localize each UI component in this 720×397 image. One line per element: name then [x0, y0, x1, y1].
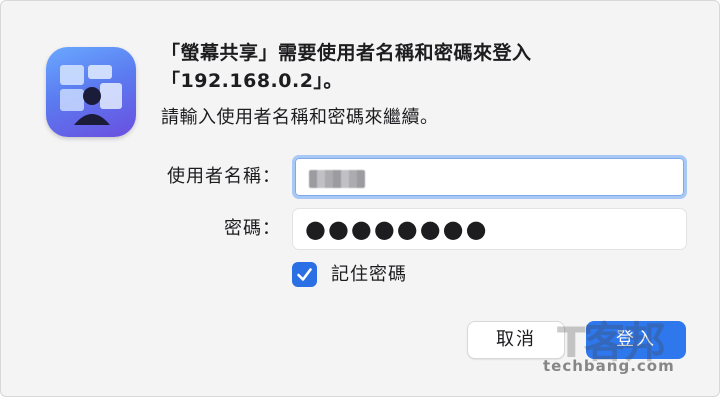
blurred-username — [309, 170, 365, 188]
screen-sharing-app-icon — [46, 47, 136, 137]
password-field[interactable]: ●●●●●●●● — [292, 208, 687, 250]
username-field[interactable] — [292, 155, 687, 199]
dialog-title: 「螢幕共享」需要使用者名稱和密碼來登入 「192.168.0.2」。 — [161, 39, 681, 95]
password-label: 密碼： — [224, 218, 281, 239]
remember-password-label[interactable]: 記住密碼 — [331, 263, 407, 287]
dialog-subtitle: 請輸入使用者名稱和密碼來繼續。 — [161, 107, 439, 128]
techbang-watermark: T客邦 techbang.com — [539, 313, 709, 383]
dialog-title-line2: 「192.168.0.2」。 — [161, 70, 343, 92]
watermark-text: techbang.com — [543, 357, 675, 375]
dialog-title-line1: 「螢幕共享」需要使用者名稱和密碼來登入 — [161, 42, 532, 64]
username-label: 使用者名稱： — [167, 166, 281, 187]
checkmark-icon — [297, 268, 312, 281]
remember-password-checkbox[interactable] — [292, 262, 317, 287]
login-dialog: 「螢幕共享」需要使用者名稱和密碼來登入 「192.168.0.2」。 請輸入使用… — [0, 0, 720, 397]
password-value: ●●●●●●●● — [305, 215, 489, 243]
